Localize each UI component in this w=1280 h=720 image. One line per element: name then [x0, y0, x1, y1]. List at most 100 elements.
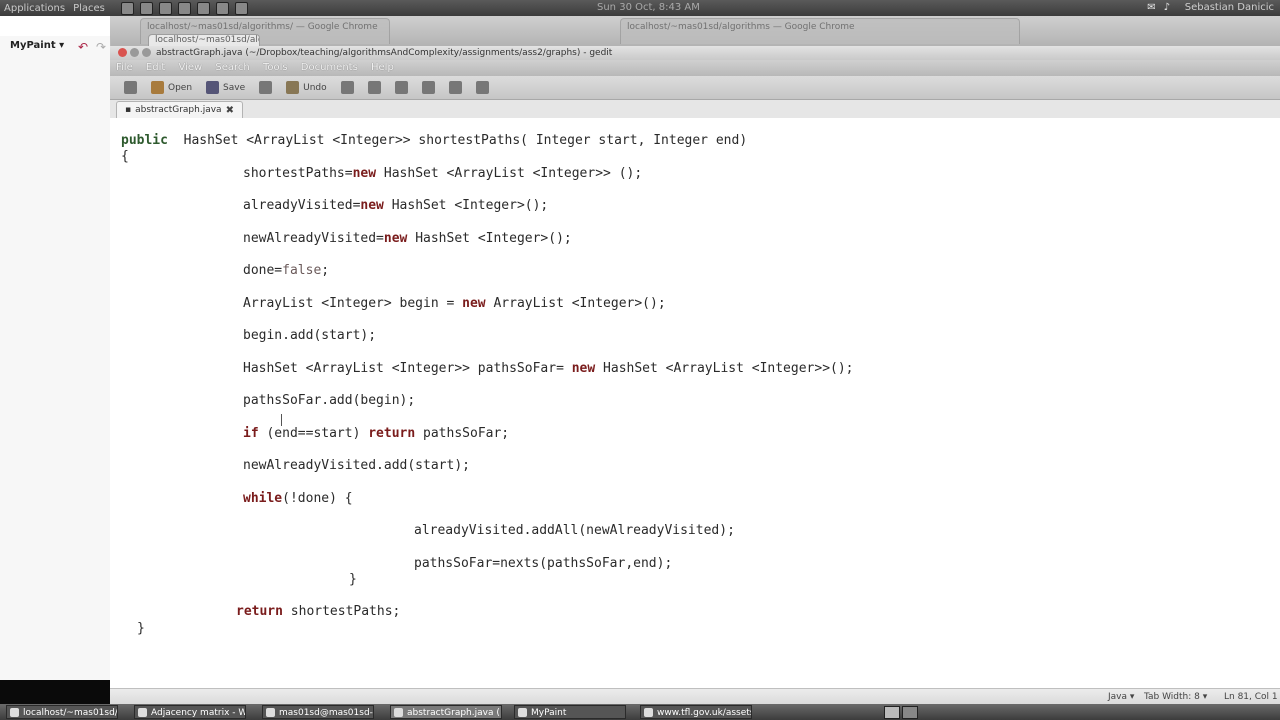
code-line-2: { — [121, 149, 129, 164]
code-line-12: newAlreadyVisited.add(start); — [243, 458, 470, 473]
new-document-icon — [124, 81, 137, 94]
redo-button[interactable] — [335, 79, 360, 96]
undo-label: Undo — [303, 82, 327, 93]
print-button[interactable] — [253, 79, 278, 96]
text-cursor — [281, 414, 284, 426]
code-keyword: while — [243, 491, 283, 506]
clock[interactable]: Sun 30 Oct, 8:43 AM — [597, 2, 700, 13]
close-tab-icon[interactable]: ✖ — [226, 102, 234, 119]
document-tab-label: abstractGraph.java — [135, 105, 222, 115]
code-line-6: done=false; — [243, 263, 329, 279]
language-selector[interactable]: Java ▾ — [1108, 692, 1134, 702]
code-keyword: return — [236, 604, 283, 619]
code-line-5: newAlreadyVisited=new HashSet <Integer>(… — [243, 231, 572, 247]
undo-button[interactable]: Undo — [280, 79, 333, 96]
code-line-13: while(!done) { — [243, 491, 353, 507]
code-literal: false — [282, 263, 322, 278]
code-line-10: pathsSoFar.add(begin); — [243, 393, 416, 408]
paste-button[interactable] — [416, 79, 441, 96]
code-line-3: shortestPaths=new HashSet <ArrayList <In… — [243, 166, 642, 182]
code-line-4: alreadyVisited=new HashSet <Integer>(); — [243, 198, 548, 214]
menu-tools[interactable]: Tools — [263, 62, 288, 73]
taskbar-item[interactable]: localhost/~mas01sd/ — [6, 705, 118, 719]
code-keyword: new — [462, 296, 486, 311]
copy-button[interactable] — [389, 79, 414, 96]
save-label: Save — [223, 82, 246, 93]
code-line-15: pathsSoFar=nexts(pathsSoFar,end); — [414, 556, 673, 571]
editor-icon[interactable] — [139, 1, 153, 15]
code-text: HashSet <ArrayList <Integer>>(); — [595, 361, 854, 376]
search-icon — [448, 81, 462, 94]
code-keyword: new — [383, 231, 408, 246]
find-button[interactable] — [443, 79, 468, 96]
chrome-icon[interactable] — [196, 1, 210, 15]
code-keyword: if — [243, 426, 259, 441]
terminal-icon[interactable] — [120, 1, 134, 15]
browser-icon[interactable] — [177, 1, 191, 15]
code-line-17: return shortestPaths; — [236, 604, 400, 620]
code-line-9: HashSet <ArrayList <Integer>> pathsSoFar… — [243, 361, 854, 377]
code-text: shortestPaths; — [282, 604, 401, 619]
tab-width-selector[interactable]: Tab Width: 8 ▾ — [1144, 692, 1207, 702]
code-text: ArrayList <Integer> begin = — [243, 296, 463, 311]
code-text: shortestPaths= — [243, 166, 353, 181]
cursor-position: Ln 81, Col 1 — [1224, 692, 1278, 702]
code-text: HashSet <ArrayList <Integer>> shortestPa… — [167, 133, 748, 148]
code-line-7: ArrayList <Integer> begin = new ArrayLis… — [243, 296, 666, 312]
files-icon[interactable] — [158, 1, 172, 15]
taskbar-item[interactable]: Adjacency matrix - Wi — [134, 705, 246, 719]
menu-bar: File Edit View Search Tools Documents He… — [110, 60, 1280, 76]
mail-tray-icon[interactable]: ✉ — [1147, 2, 1155, 13]
close-window-icon[interactable] — [118, 48, 127, 57]
redo-icon — [340, 81, 354, 94]
document-tab[interactable]: ▪ abstractGraph.java ✖ — [116, 101, 243, 119]
workspace-switcher-icon[interactable] — [884, 706, 900, 719]
maximize-window-icon[interactable] — [142, 48, 151, 57]
browser-tab[interactable]: localhost/~mas01sd/algorithms — Google C… — [620, 18, 1020, 44]
taskbar-item[interactable]: MyPaint — [514, 705, 626, 719]
taskbar-item-active[interactable]: abstractGraph.java ( — [390, 705, 502, 719]
code-line-18: } — [137, 621, 145, 636]
launcher-icons — [120, 1, 248, 15]
mypaint-label: MyPaint — [10, 40, 56, 51]
browser-tab-active[interactable]: localhost/~mas01sd/algor — [148, 34, 260, 46]
replace-button[interactable] — [470, 79, 495, 96]
copy-icon — [394, 81, 408, 94]
code-text: (!done) { — [282, 491, 353, 506]
save-icon — [206, 81, 220, 94]
code-keyword: new — [571, 361, 596, 376]
taskbar-item[interactable]: mas01sd@mas01sd-d... — [262, 705, 374, 719]
redo-arrow-icon[interactable]: ↷ — [96, 40, 106, 54]
volume-icon[interactable]: ♪ — [1164, 2, 1170, 13]
menu-search[interactable]: Search — [215, 62, 249, 73]
settings-icon[interactable] — [234, 1, 248, 15]
menu-view[interactable]: View — [178, 62, 202, 73]
user-menu[interactable]: Sebastian Danicic — [1185, 2, 1274, 13]
taskbar-item[interactable]: www.tfl.gov.uk/assets — [640, 705, 752, 719]
cut-icon — [367, 81, 381, 94]
menu-help[interactable]: Help — [371, 62, 394, 73]
places-menu[interactable]: Places — [69, 3, 109, 14]
mail-icon[interactable] — [215, 1, 229, 15]
menu-file[interactable]: File — [116, 62, 133, 73]
new-button[interactable] — [118, 79, 143, 96]
undo-arrow-icon[interactable]: ↶ — [78, 40, 88, 54]
applications-menu[interactable]: Applications — [0, 3, 69, 14]
cut-button[interactable] — [362, 79, 387, 96]
menu-edit[interactable]: Edit — [146, 62, 165, 73]
save-button[interactable]: Save — [200, 79, 251, 96]
code-keyword: new — [352, 166, 377, 181]
window-title-bar[interactable]: abstractGraph.java (~/Dropbox/teaching/a… — [110, 46, 1280, 60]
code-editor[interactable]: public HashSet <ArrayList <Integer>> sho… — [110, 118, 1280, 688]
workspace-switcher-icon[interactable] — [902, 706, 918, 719]
code-text: ArrayList <Integer>(); — [485, 296, 666, 311]
code-keyword: public — [121, 133, 168, 148]
code-line-11: if (end==start) return pathsSoFar; — [243, 426, 509, 442]
menu-documents[interactable]: Documents — [301, 62, 358, 73]
minimize-window-icon[interactable] — [130, 48, 139, 57]
open-folder-icon — [151, 81, 164, 94]
print-icon — [259, 81, 273, 94]
code-text: HashSet <ArrayList <Integer>> pathsSoFar… — [243, 361, 572, 376]
mypaint-menu[interactable]: MyPaint ▾ — [10, 40, 64, 51]
open-button[interactable]: Open — [145, 79, 198, 96]
